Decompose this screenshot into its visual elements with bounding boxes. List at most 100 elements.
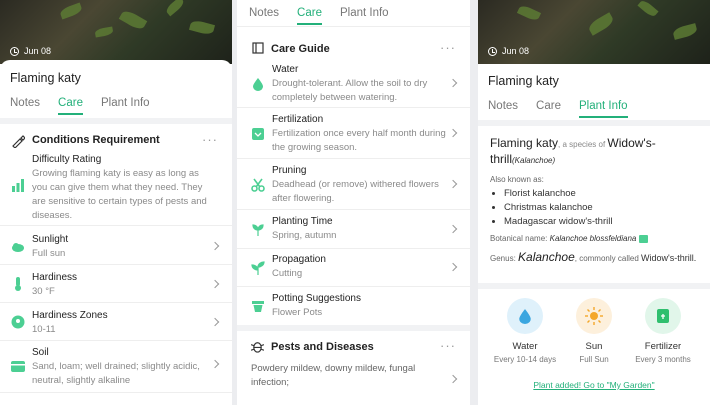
- soil-title: Soil: [32, 347, 49, 358]
- hardiness-value: 30 °F: [32, 286, 55, 297]
- tab-notes[interactable]: Notes: [488, 100, 518, 118]
- fertilization-value: Fertilization once every half month duri…: [272, 128, 446, 153]
- pruning-row[interactable]: Pruning Deadhead (or remove) withered fl…: [237, 160, 470, 210]
- water-card-label: Water: [512, 341, 538, 352]
- more-icon[interactable]: ···: [202, 132, 218, 147]
- chevron-right-icon[interactable]: [448, 374, 458, 384]
- hardiness-row[interactable]: Hardiness 30 °F: [0, 265, 232, 303]
- scissors-icon: [251, 178, 265, 192]
- scientific-name: (Kalanchoe): [512, 156, 556, 165]
- tab-plant-info[interactable]: Plant Info: [101, 97, 150, 115]
- my-garden-link[interactable]: Plant added! Go to "My Garden": [478, 380, 710, 390]
- difficulty-title: Difficulty Rating: [32, 154, 102, 165]
- divider: [478, 120, 710, 126]
- planting-time-value: Spring, autumn: [272, 230, 337, 241]
- period-text: .: [693, 253, 697, 263]
- tab-care[interactable]: Care: [58, 97, 83, 115]
- difficulty-text: Growing flaming katy is easy as long as …: [32, 168, 207, 221]
- potting-row[interactable]: Potting Suggestions Flower Pots: [237, 287, 470, 325]
- botanical-label: Botanical name:: [490, 234, 548, 243]
- genus-name[interactable]: Kalanchoe: [518, 250, 575, 264]
- planting-time-row[interactable]: Planting Time Spring, autumn: [237, 211, 470, 249]
- cloud-sun-icon: [12, 243, 24, 252]
- sunlight-row[interactable]: Sunlight Full sun: [0, 227, 232, 265]
- care-guide-title: Care Guide: [271, 43, 330, 55]
- chevron-right-icon: [448, 262, 458, 272]
- propagation-title: Propagation: [272, 254, 326, 265]
- plant-info-panel: Jun 08 Flaming katy Notes Care Plant Inf…: [478, 0, 710, 405]
- fertilizer-icon: [252, 128, 264, 140]
- soil-row[interactable]: Soil Sand, loam; well drained; slightly …: [0, 341, 232, 393]
- water-card-sub: Every 10-14 days: [493, 355, 557, 364]
- clock-icon: [488, 46, 497, 56]
- plant-photo[interactable]: Jun 08: [0, 0, 232, 64]
- water-drop-icon: [253, 78, 263, 91]
- planting-time-title: Planting Time: [272, 216, 333, 227]
- divider: [237, 325, 470, 331]
- water-circle: [507, 298, 543, 334]
- common-name[interactable]: Widow's-thrill: [641, 253, 694, 263]
- tab-notes[interactable]: Notes: [10, 97, 40, 115]
- hardiness-zones-value: 10-11: [32, 324, 56, 335]
- sunlight-title: Sunlight: [32, 234, 69, 245]
- sun-card-sub: Full Sun: [579, 355, 609, 364]
- fertilization-row[interactable]: Fertilization Fertilization once every h…: [237, 109, 470, 159]
- species-of-text: , a species of: [558, 140, 606, 149]
- sun-icon: [585, 307, 603, 325]
- sun-card[interactable]: Sun Full Sun: [559, 298, 629, 364]
- fertilizer-card[interactable]: Fertilizer Every 3 months: [628, 298, 698, 364]
- also-known-label: Also known as:: [490, 175, 544, 184]
- pruning-value: Deadhead (or remove) withered flowers af…: [272, 179, 439, 204]
- more-icon[interactable]: ···: [440, 338, 456, 353]
- sun-circle: [576, 298, 612, 334]
- pests-title: Pests and Diseases: [271, 341, 374, 353]
- copy-icon[interactable]: [638, 234, 648, 243]
- care-panel: Jun 08 Flaming katy Notes Care Plant Inf…: [0, 0, 232, 405]
- pests-value: Powdery mildew, downy mildew, fungal inf…: [251, 363, 416, 388]
- soil-value: Sand, loam; well drained; slightly acidi…: [32, 361, 200, 386]
- sprout-icon: [252, 224, 264, 236]
- aliases-list: Florist kalanchoe Christmas kalanchoe Ma…: [490, 187, 700, 229]
- map-pin-icon: [11, 315, 25, 329]
- fertilizer-card-label: Fertilizer: [644, 341, 682, 352]
- chevron-right-icon: [210, 359, 220, 369]
- botanical-line: Botanical name: Kalanchoe blossfeldiana: [490, 234, 700, 243]
- alias-item: Madagascar widow's-thrill: [504, 215, 700, 229]
- plant-name: Flaming katy: [10, 71, 81, 85]
- fertilizer-circle: [645, 298, 681, 334]
- chevron-right-icon: [210, 241, 220, 251]
- water-card[interactable]: Water Every 10-14 days: [490, 298, 560, 364]
- bug-icon: [251, 342, 264, 353]
- tab-plant-info[interactable]: Plant Info: [578, 100, 628, 118]
- hardiness-title: Hardiness: [32, 272, 78, 283]
- tab-bar: Notes Care Plant Info: [249, 7, 389, 25]
- tab-bar: Notes Care Plant Info: [488, 100, 628, 118]
- tab-bar: Notes Care Plant Info: [10, 97, 150, 115]
- tab-care[interactable]: Care: [297, 7, 322, 25]
- chevron-right-icon: [448, 224, 458, 234]
- fertilizer-card-sub: Every 3 months: [635, 355, 691, 364]
- propagation-row[interactable]: Propagation Cutting: [237, 249, 470, 287]
- alias-item: Christmas kalanchoe: [504, 201, 700, 215]
- photo-date-label: Jun 08: [502, 46, 530, 56]
- species-line: Flaming katy, a species of Widow's-thril…: [490, 136, 700, 168]
- bar-chart-icon: [12, 179, 24, 192]
- botanical-name: Kalanchoe blossfeldiana: [549, 234, 637, 243]
- divider: [478, 283, 710, 289]
- thermometer-icon: [15, 277, 21, 291]
- water-title: Water: [272, 64, 299, 75]
- hardiness-zones-row[interactable]: Hardiness Zones 10-11: [0, 303, 232, 341]
- tab-plant-info[interactable]: Plant Info: [340, 7, 389, 25]
- photo-date-label: Jun 08: [24, 46, 52, 56]
- commonly-called-text: , commonly called: [574, 254, 639, 263]
- water-row[interactable]: Water Drought-tolerant. Allow the soil t…: [237, 60, 470, 108]
- tab-care[interactable]: Care: [536, 100, 561, 118]
- potting-value: Flower Pots: [272, 307, 323, 318]
- tab-notes[interactable]: Notes: [249, 7, 279, 25]
- plant-photo[interactable]: Jun 08: [478, 0, 710, 64]
- more-icon[interactable]: ···: [440, 40, 456, 55]
- potting-title: Potting Suggestions: [272, 293, 361, 304]
- pen-icon: [12, 135, 25, 148]
- photo-date: Jun 08: [10, 46, 51, 56]
- plant-name: Flaming katy: [488, 74, 559, 88]
